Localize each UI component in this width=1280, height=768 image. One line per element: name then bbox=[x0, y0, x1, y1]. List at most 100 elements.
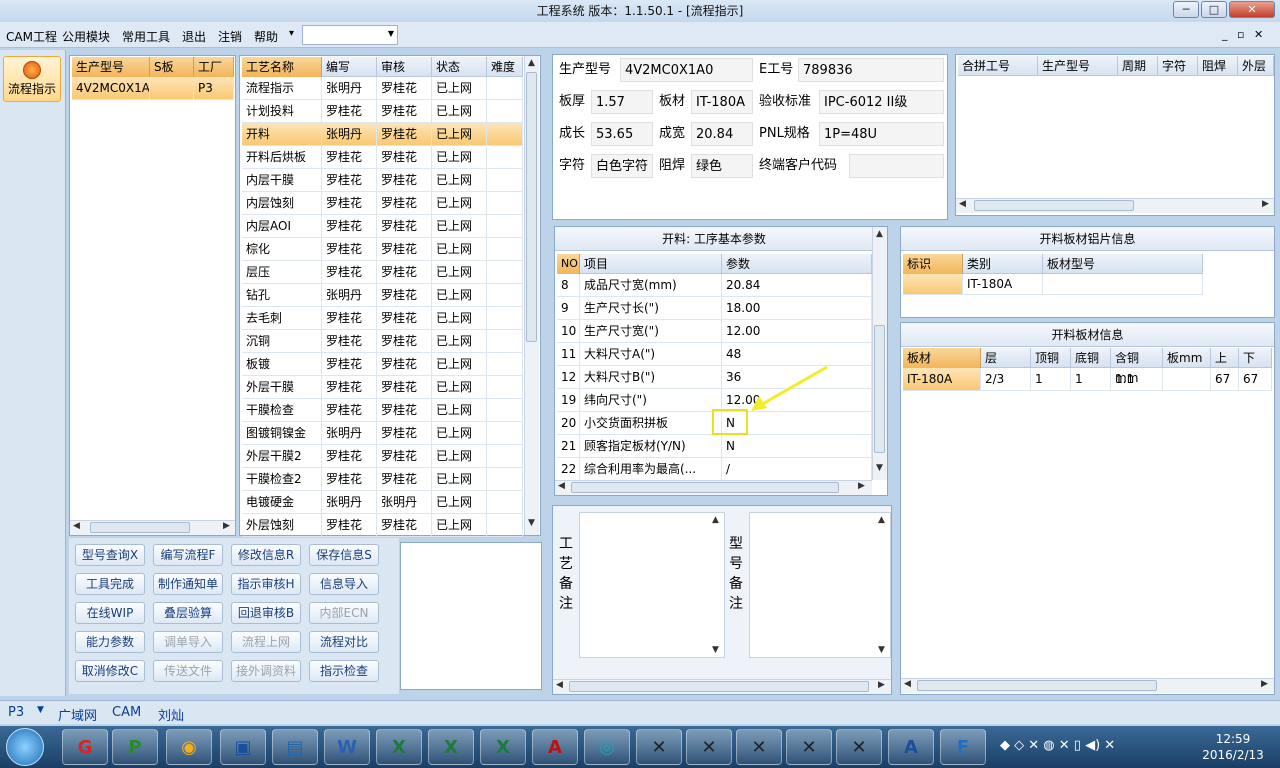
col-header[interactable]: 下 bbox=[1239, 348, 1272, 368]
param-cell[interactable]: 19 bbox=[557, 389, 580, 412]
board-cell[interactable]: 1.1 bbox=[1111, 368, 1163, 391]
process-cell[interactable]: 已上网 bbox=[432, 514, 487, 537]
acrobat-icon[interactable]: A bbox=[532, 729, 578, 765]
menu-combo[interactable]: ▼ bbox=[302, 25, 398, 45]
start-button[interactable] bbox=[6, 728, 44, 766]
menu-logout[interactable]: 注销 bbox=[218, 28, 242, 45]
word-icon[interactable]: W bbox=[324, 729, 370, 765]
process-cell[interactable]: 已上网 bbox=[432, 468, 487, 491]
menu-common-module[interactable]: 公用模块 bbox=[62, 28, 110, 45]
process-cell[interactable]: 罗桂花 bbox=[322, 169, 377, 192]
process-cell[interactable]: 罗桂花 bbox=[322, 146, 377, 169]
model-cell[interactable]: P3 bbox=[194, 77, 234, 100]
param-cell[interactable]: 生产尺寸长(") bbox=[580, 297, 722, 320]
param-cell[interactable]: 20 bbox=[557, 412, 580, 435]
process-cell[interactable]: 罗桂花 bbox=[322, 353, 377, 376]
process-cell[interactable]: 罗桂花 bbox=[322, 514, 377, 537]
chevron-down-icon[interactable]: ▼ bbox=[388, 29, 394, 38]
process-cell[interactable]: 罗桂花 bbox=[322, 445, 377, 468]
process-cell[interactable]: 已上网 bbox=[432, 100, 487, 123]
process-cell[interactable]: 流程指示 bbox=[242, 77, 322, 100]
e-no-field[interactable]: 789836 bbox=[798, 58, 944, 82]
action-button[interactable]: 能力参数 bbox=[75, 631, 145, 653]
process-cell[interactable] bbox=[487, 77, 523, 100]
app-icon[interactable]: P bbox=[112, 729, 158, 765]
col-header[interactable]: 项目 bbox=[580, 254, 722, 274]
standard-field[interactable]: IPC-6012 II级 bbox=[819, 90, 944, 114]
process-cell[interactable]: 已上网 bbox=[432, 422, 487, 445]
mdi-controls[interactable]: _ ▫ ✕ bbox=[1222, 28, 1266, 41]
app-icon[interactable]: ✕ bbox=[836, 729, 882, 765]
process-cell[interactable]: 罗桂花 bbox=[377, 422, 432, 445]
chevron-down-icon[interactable]: ▾ bbox=[289, 28, 294, 39]
param-cell[interactable]: 成品尺寸宽(mm) bbox=[580, 274, 722, 297]
menu-tools[interactable]: 常用工具 bbox=[122, 28, 170, 45]
col-header[interactable]: 审核 bbox=[377, 57, 432, 77]
vertical-scrollbar[interactable]: ▲ ▼ bbox=[524, 56, 539, 535]
param-cell[interactable]: 大料尺寸B(") bbox=[580, 366, 722, 389]
horizontal-scrollbar[interactable]: ◀ ▶ bbox=[901, 678, 1274, 693]
param-cell[interactable]: 纬向尺寸(") bbox=[580, 389, 722, 412]
process-cell[interactable]: 已上网 bbox=[432, 169, 487, 192]
action-button[interactable]: 修改信息R bbox=[231, 544, 301, 566]
process-cell[interactable]: 沉铜 bbox=[242, 330, 322, 353]
col-header[interactable]: 难度 bbox=[487, 57, 523, 77]
excel-icon[interactable]: X bbox=[428, 729, 474, 765]
process-cell[interactable]: 已上网 bbox=[432, 192, 487, 215]
app-icon[interactable]: ✕ bbox=[736, 729, 782, 765]
alu-cell[interactable] bbox=[1043, 274, 1203, 295]
process-cell[interactable] bbox=[487, 491, 523, 514]
process-cell[interactable]: 张明丹 bbox=[322, 77, 377, 100]
param-cell[interactable]: 12.00 bbox=[722, 320, 872, 343]
process-cell[interactable]: 外层干膜 bbox=[242, 376, 322, 399]
process-cell[interactable]: 张明丹 bbox=[377, 491, 432, 514]
board-cell[interactable]: 67 bbox=[1211, 368, 1239, 391]
param-cell[interactable]: 22 bbox=[557, 458, 580, 481]
process-cell[interactable] bbox=[487, 146, 523, 169]
process-cell[interactable]: 罗桂花 bbox=[377, 284, 432, 307]
process-cell[interactable]: 张明丹 bbox=[322, 123, 377, 146]
process-cell[interactable]: 罗桂花 bbox=[377, 169, 432, 192]
col-header[interactable]: 周期 bbox=[1118, 56, 1158, 76]
process-cell[interactable]: 罗桂花 bbox=[322, 192, 377, 215]
process-cell[interactable]: 开料 bbox=[242, 123, 322, 146]
process-cell[interactable] bbox=[487, 514, 523, 537]
col-header[interactable]: 层 bbox=[981, 348, 1031, 368]
prod-model-field[interactable]: 4V2MC0X1A0 bbox=[620, 58, 753, 82]
process-cell[interactable]: 罗桂花 bbox=[322, 215, 377, 238]
col-header[interactable]: 板材型号 bbox=[1043, 254, 1203, 274]
board-cell[interactable]: IT-180A bbox=[903, 368, 981, 391]
process-cell[interactable] bbox=[487, 353, 523, 376]
clock[interactable]: 12:59 2016/2/13 bbox=[1196, 731, 1270, 763]
col-header[interactable]: 参数 bbox=[722, 254, 872, 274]
process-cell[interactable]: 已上网 bbox=[432, 353, 487, 376]
process-cell[interactable]: 已上网 bbox=[432, 238, 487, 261]
process-cell[interactable]: 干膜检查 bbox=[242, 399, 322, 422]
process-cell[interactable]: 罗桂花 bbox=[377, 514, 432, 537]
param-cell[interactable]: 11 bbox=[557, 343, 580, 366]
process-cell[interactable] bbox=[487, 307, 523, 330]
save-icon[interactable]: ▣ bbox=[220, 729, 266, 765]
action-button[interactable]: 指示审核H bbox=[231, 573, 301, 595]
process-cell[interactable]: 外层蚀刻 bbox=[242, 514, 322, 537]
process-cell[interactable]: 板镀 bbox=[242, 353, 322, 376]
param-cell[interactable]: 12 bbox=[557, 366, 580, 389]
param-cell[interactable]: / bbox=[722, 458, 872, 481]
process-cell[interactable] bbox=[487, 422, 523, 445]
process-cell[interactable]: 内层蚀刻 bbox=[242, 192, 322, 215]
app-icon[interactable]: ✕ bbox=[786, 729, 832, 765]
process-cell[interactable]: 开料后烘板 bbox=[242, 146, 322, 169]
horizontal-scrollbar[interactable]: ◀ ▶ bbox=[70, 520, 235, 535]
col-header[interactable]: 生产型号 bbox=[72, 57, 150, 77]
menu-exit[interactable]: 退出 bbox=[182, 28, 206, 45]
action-button[interactable]: 流程上网 bbox=[231, 631, 301, 653]
board-cell[interactable]: 67 bbox=[1239, 368, 1272, 391]
col-header[interactable]: 板材 bbox=[903, 348, 981, 368]
col-header[interactable]: 含铜mm bbox=[1111, 348, 1163, 385]
param-cell[interactable]: 20.84 bbox=[722, 274, 872, 297]
action-button[interactable]: 型号查询X bbox=[75, 544, 145, 566]
customer-field[interactable] bbox=[849, 154, 944, 178]
vertical-scrollbar[interactable]: ▲ ▼ bbox=[872, 227, 887, 480]
app-icon[interactable]: ✕ bbox=[686, 729, 732, 765]
process-cell[interactable]: 去毛刺 bbox=[242, 307, 322, 330]
